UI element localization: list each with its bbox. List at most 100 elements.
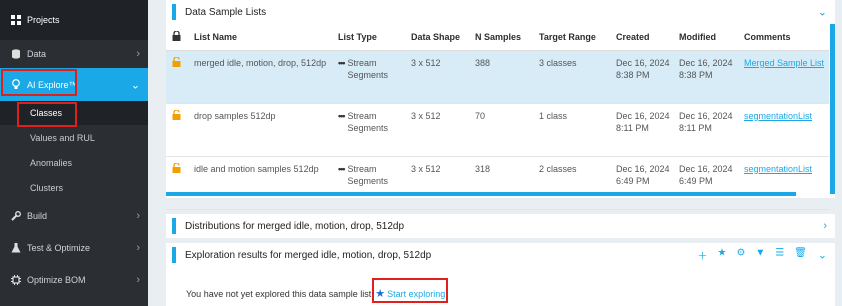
distributions-panel[interactable]: Distributions for merged idle, motion, d… (166, 214, 835, 238)
unlock-icon[interactable] (166, 156, 190, 210)
comment-link[interactable]: Merged Sample List (744, 58, 824, 68)
data-sample-lists-panel: Data Sample Lists ⌄ List Name List Type … (166, 0, 835, 210)
lock-icon (172, 30, 181, 41)
cell-n-samples: 70 (471, 103, 535, 157)
nav-optimize-bom[interactable]: Optimize BOM › (0, 266, 148, 294)
database-icon (10, 48, 22, 60)
cell-target-range: 2 classes (535, 156, 612, 210)
panel-header[interactable]: Data Sample Lists ⌄ (166, 0, 835, 24)
cell-list-type: ••• Stream Segments (334, 50, 407, 104)
sub-item-classes[interactable]: Classes (0, 101, 148, 125)
cell-created: Dec 16, 2024 6:49 PM (612, 156, 675, 210)
cell-target-range: 3 classes (535, 50, 612, 104)
chevron-down-icon: ⌄ (130, 79, 140, 91)
nav-test-label: Test & Optimize (27, 243, 91, 253)
cell-modified: Dec 16, 2024 8:38 PM (675, 50, 740, 104)
col-comments[interactable]: Comments (740, 24, 829, 51)
add-icon[interactable]: ＋ (697, 248, 707, 263)
nav-ai-explore[interactable]: AI Explore™ ⌄ (0, 68, 148, 101)
col-n-samples[interactable]: N Samples (471, 24, 535, 51)
panel-header[interactable]: Distributions for merged idle, motion, d… (166, 214, 835, 238)
cell-n-samples: 318 (471, 156, 535, 210)
cell-list-type: ••• Stream Segments (334, 103, 407, 157)
accent-bar (172, 218, 176, 234)
col-modified[interactable]: Modified (675, 24, 740, 51)
cell-n-samples: 388 (471, 50, 535, 104)
sample-lists-table: List Name List Type Data Shape N Samples… (166, 24, 829, 210)
sub-item-anomalies[interactable]: Anomalies (0, 151, 148, 175)
sidebar: Projects Data › AI Explore™ ⌄ Classes Va… (0, 0, 148, 306)
horizontal-scrollbar[interactable] (166, 192, 796, 196)
unlock-icon[interactable] (166, 50, 190, 104)
trash-icon[interactable]: 🗑 (794, 248, 807, 263)
filter-icon[interactable]: ▼ (755, 248, 765, 263)
nav-data-label: Data (27, 49, 47, 59)
panel-title: Data Sample Lists (185, 6, 267, 18)
table-row[interactable]: drop samples 512dp ••• Stream Segments 3 … (166, 103, 829, 157)
nav-bom-label: Optimize BOM (27, 275, 86, 285)
main-content: Data Sample Lists ⌄ List Name List Type … (148, 0, 842, 306)
chevron-right-icon: › (136, 210, 140, 222)
chevron-down-icon[interactable]: ⌄ (818, 249, 827, 262)
table-row[interactable]: idle and motion samples 512dp ••• Stream … (166, 156, 829, 210)
nav-projects-label: Projects (27, 15, 60, 25)
more-icon[interactable]: ••• (338, 163, 346, 187)
col-target-range[interactable]: Target Range (535, 24, 612, 51)
more-icon[interactable]: ••• (338, 57, 346, 81)
chevron-right-icon: › (136, 48, 140, 60)
grid-icon (10, 14, 22, 26)
chevron-right-icon: › (136, 242, 140, 254)
list-icon[interactable]: ☰ (775, 248, 784, 263)
cell-list-name: idle and motion samples 512dp (190, 156, 334, 210)
lightbulb-icon (10, 79, 22, 91)
empty-message: You have not yet explored this data samp… (186, 288, 372, 299)
nav-ai-explore-label: AI Explore™ (27, 79, 78, 90)
nav-test-optimize[interactable]: Test & Optimize › (0, 234, 148, 262)
list-type-text: Stream Segments (347, 163, 388, 186)
more-icon[interactable]: ••• (338, 110, 346, 134)
exploration-results-panel: Exploration results for merged idle, mot… (166, 243, 835, 306)
lock-column-header (166, 24, 190, 51)
star-icon[interactable]: ★ (717, 248, 726, 263)
col-created[interactable]: Created (612, 24, 675, 51)
col-list-name[interactable]: List Name (190, 24, 334, 51)
list-type-text: Stream Segments (347, 110, 388, 133)
cell-comments[interactable]: segmentationList (740, 103, 829, 157)
cell-data-shape: 3 x 512 (407, 156, 471, 210)
chip-icon (10, 274, 22, 286)
cell-list-name: drop samples 512dp (190, 103, 334, 157)
table-row[interactable]: merged idle, motion, drop, 512dp ••• Stre… (166, 50, 829, 104)
panel-header[interactable]: Exploration results for merged idle, mot… (166, 243, 835, 267)
cell-target-range: 1 class (535, 103, 612, 157)
chevron-right-icon: › (136, 274, 140, 286)
col-data-shape[interactable]: Data Shape (407, 24, 471, 51)
accent-bar (172, 4, 176, 20)
cell-data-shape: 3 x 512 (407, 103, 471, 157)
start-exploring-button[interactable]: ★ Start exploring (375, 287, 445, 300)
vertical-scrollbar[interactable] (830, 24, 835, 194)
gear-icon[interactable]: ⚙ (736, 248, 745, 263)
cell-comments[interactable]: Merged Sample List (740, 50, 829, 104)
comment-link[interactable]: segmentationList (744, 111, 812, 121)
chevron-down-icon[interactable]: ⌄ (818, 6, 827, 19)
nav-data[interactable]: Data › (0, 40, 148, 68)
cell-comments[interactable]: segmentationList (740, 156, 829, 210)
sub-item-values-label: Values and RUL (30, 133, 95, 143)
wrench-icon (10, 210, 22, 222)
cell-modified: Dec 16, 2024 8:11 PM (675, 103, 740, 157)
sub-item-clusters-label: Clusters (30, 183, 64, 193)
panel-title: Exploration results for merged idle, mot… (185, 249, 432, 261)
nav-build[interactable]: Build › (0, 202, 148, 230)
nav-projects[interactable]: Projects (0, 0, 148, 40)
flask-icon (10, 242, 22, 254)
comment-link[interactable]: segmentationList (744, 164, 812, 174)
unlock-icon[interactable] (166, 103, 190, 157)
sub-item-clusters[interactable]: Clusters (0, 176, 148, 200)
chevron-right-icon[interactable]: › (823, 220, 827, 232)
sub-item-values-rul[interactable]: Values and RUL (0, 126, 148, 150)
sub-item-classes-label: Classes (30, 108, 63, 118)
start-exploring-label: Start exploring (387, 288, 446, 299)
accent-bar (172, 247, 176, 263)
col-list-type[interactable]: List Type (334, 24, 407, 51)
nav-build-label: Build (27, 211, 48, 221)
